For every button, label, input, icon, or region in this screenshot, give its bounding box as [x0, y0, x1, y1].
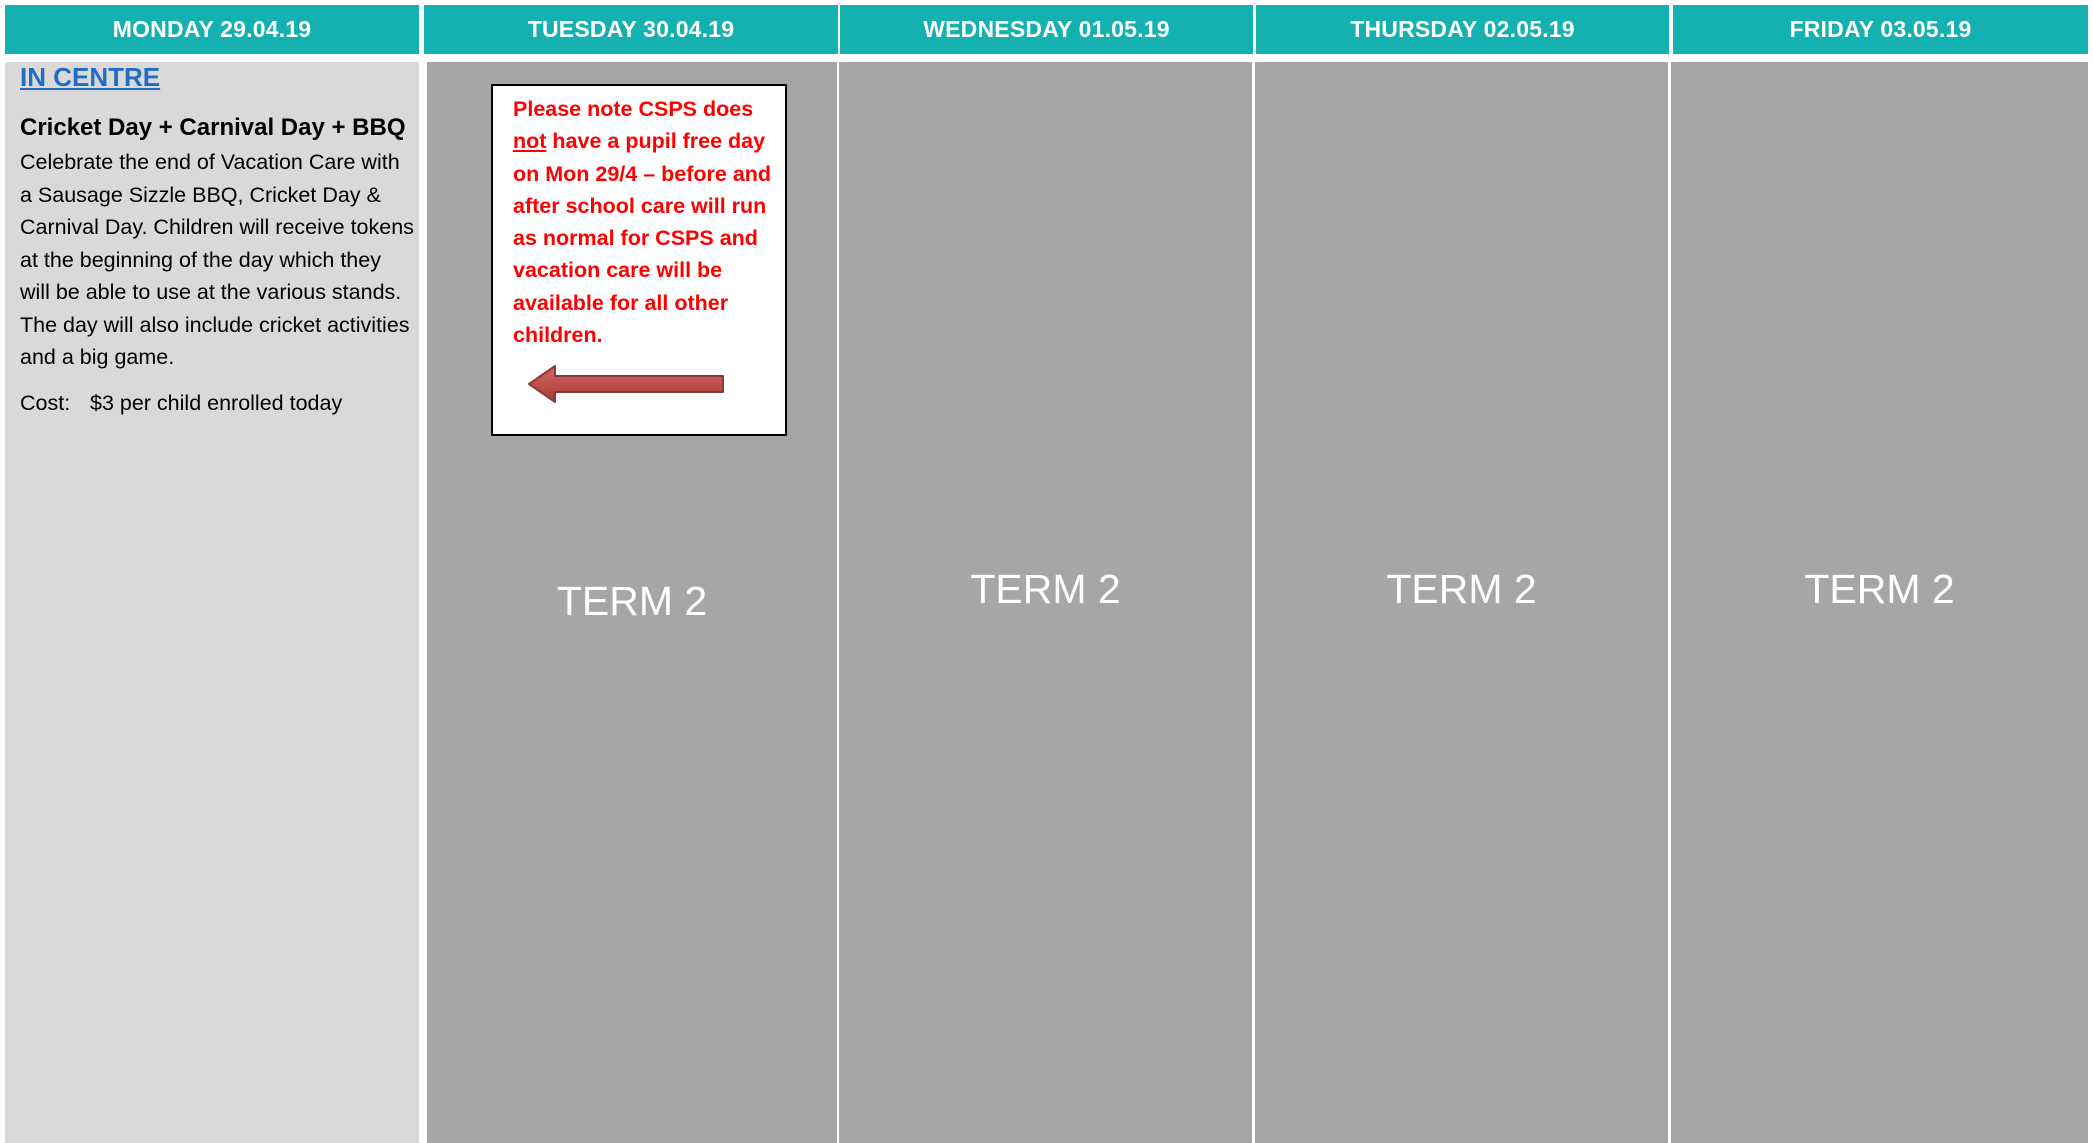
term-label-tuesday: TERM 2	[556, 578, 708, 624]
cost-value: $3 per child enrolled today	[90, 390, 343, 415]
notice-text-start: Please note CSPS does	[513, 97, 754, 121]
notice-text-end: have a pupil free day on Mon 29/4 – befo…	[513, 129, 772, 348]
notice-text: Please note CSPS does not have a pupil f…	[513, 93, 785, 351]
header-tuesday: TUESDAY 30.04.19	[424, 5, 838, 54]
day-header-row: MONDAY 29.04.19 TUESDAY 30.04.19 WEDNESD…	[5, 5, 2088, 54]
wednesday-column: TERM 2	[839, 62, 1252, 1143]
header-friday: FRIDAY 03.05.19	[1673, 5, 2088, 54]
notice-text-underlined: not	[513, 129, 547, 154]
event-cost: Cost: $3 per child enrolled today	[20, 387, 415, 419]
monday-column: IN CENTRE Cricket Day + Carnival Day + B…	[5, 62, 419, 1143]
event-title: Cricket Day + Carnival Day + BBQ	[20, 114, 406, 141]
arrow-left-icon	[528, 365, 724, 403]
vacation-care-calendar-page: MONDAY 29.04.19 TUESDAY 30.04.19 WEDNESD…	[0, 0, 2093, 1143]
notice-box: Please note CSPS does not have a pupil f…	[491, 84, 787, 436]
header-thursday: THURSDAY 02.05.19	[1256, 5, 1669, 54]
term-label-thursday: TERM 2	[1386, 566, 1537, 612]
thursday-column: TERM 2	[1255, 62, 1668, 1143]
header-monday: MONDAY 29.04.19	[5, 5, 419, 54]
cost-label: Cost:	[20, 390, 71, 415]
term-label-wednesday: TERM 2	[970, 566, 1121, 612]
friday-column: TERM 2	[1671, 62, 2088, 1143]
header-wednesday: WEDNESDAY 01.05.19	[840, 5, 1253, 54]
term-label-friday: TERM 2	[1804, 566, 1955, 612]
event-description: Celebrate the end of Vacation Care with …	[20, 150, 414, 369]
location-link[interactable]: IN CENTRE	[20, 62, 415, 92]
monday-event: IN CENTRE Cricket Day + Carnival Day + B…	[20, 62, 415, 419]
